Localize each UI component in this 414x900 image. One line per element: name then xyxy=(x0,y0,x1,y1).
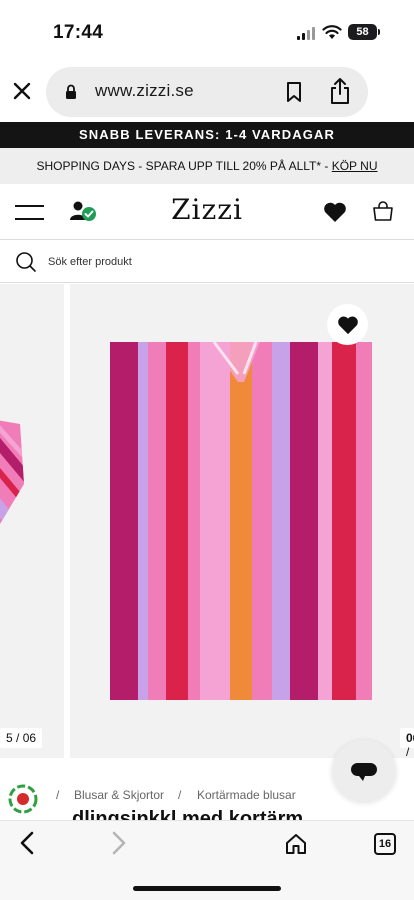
image-counter: 06 / 06 xyxy=(400,728,414,758)
chat-icon xyxy=(351,763,377,781)
gallery-slide-previous[interactable]: 5 / 06 xyxy=(0,284,64,758)
favorite-button[interactable] xyxy=(327,304,368,345)
browser-toolbar: 16 xyxy=(0,820,414,900)
counter-separator: / xyxy=(406,745,410,758)
counter-separator-prev: / xyxy=(16,731,20,745)
search-bar xyxy=(0,241,414,283)
product-image xyxy=(110,342,372,700)
browser-address-row: www.zizzi.se xyxy=(0,62,414,122)
heart-icon[interactable] xyxy=(323,201,347,223)
product-image-previous xyxy=(0,414,24,524)
url-text: www.zizzi.se xyxy=(95,81,194,100)
breadcrumb-item-short-sleeve[interactable]: Kortärmade blusar xyxy=(197,788,296,802)
search-icon xyxy=(16,252,36,272)
site-header: Zizzi xyxy=(0,184,414,240)
promo-banner[interactable]: SHOPPING DAYS - SPARA UPP TILL 20% PÅ AL… xyxy=(0,148,414,184)
battery-indicator: 58 xyxy=(348,24,377,40)
home-icon[interactable] xyxy=(284,832,308,856)
heart-icon xyxy=(337,316,358,334)
breadcrumb-separator: / xyxy=(56,788,60,802)
promo-link[interactable]: KÖP NU xyxy=(332,159,378,173)
breadcrumb-item-blouses[interactable]: Blusar & Skjortor xyxy=(74,788,164,802)
counter-current: 06 xyxy=(406,731,414,745)
product-title: dlingsinkkl med kortärm xyxy=(72,808,304,820)
status-time: 17:44 xyxy=(53,22,104,43)
tabs-button[interactable]: 16 xyxy=(374,833,396,855)
delivery-banner: SNABB LEVERANS: 1-4 VARDAGAR xyxy=(0,122,414,148)
close-button[interactable] xyxy=(8,76,36,106)
image-counter-previous: 5 / 06 xyxy=(0,728,43,748)
search-input[interactable] xyxy=(48,252,388,272)
status-bar: 17:44 58 xyxy=(0,0,414,62)
certification-badge-icon xyxy=(8,784,38,814)
chevron-left-icon[interactable] xyxy=(17,831,39,855)
address-bar[interactable]: www.zizzi.se xyxy=(46,67,368,117)
close-icon xyxy=(13,82,31,100)
breadcrumb-separator: / xyxy=(178,788,182,802)
lock-icon xyxy=(66,84,76,99)
promo-text: SHOPPING DAYS - SPARA UPP TILL 20% PÅ AL… xyxy=(36,159,332,173)
chevron-right-icon[interactable] xyxy=(107,831,129,855)
home-indicator xyxy=(133,886,281,891)
chat-button[interactable] xyxy=(332,740,396,802)
counter-total-prev: 06 xyxy=(22,731,37,745)
wifi-icon xyxy=(322,25,342,39)
counter-current-prev: 5 xyxy=(6,731,13,745)
bookmark-icon[interactable] xyxy=(285,81,303,103)
shopping-bag-icon[interactable] xyxy=(372,200,394,222)
gallery-slide-current[interactable]: 06 / 06 xyxy=(70,284,414,758)
product-gallery[interactable]: 5 / 06 06 / xyxy=(0,284,414,758)
cellular-signal-icon xyxy=(297,27,315,40)
battery-tip xyxy=(378,29,380,35)
share-icon[interactable] xyxy=(329,77,351,105)
site-logo[interactable]: Zizzi xyxy=(0,193,414,226)
